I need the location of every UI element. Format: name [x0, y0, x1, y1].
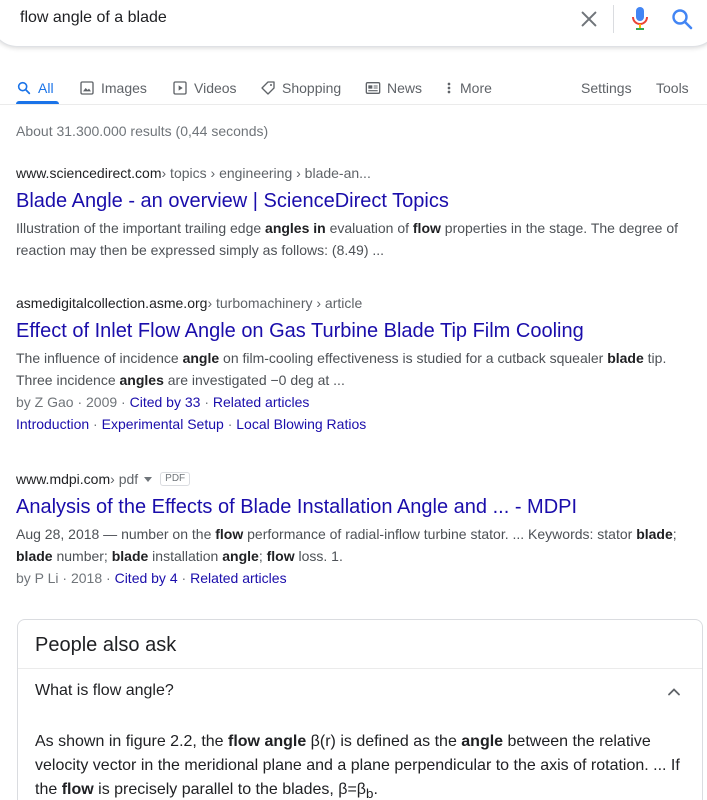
result-url[interactable]: www.mdpi.com › pdf PDF: [16, 469, 696, 489]
search-icon: [17, 81, 31, 95]
paa-question[interactable]: What is flow angle?: [35, 682, 174, 700]
tab-label: Images: [101, 80, 147, 96]
related-articles-link[interactable]: Related articles: [190, 570, 287, 586]
sitelink-introduction[interactable]: Introduction: [16, 416, 89, 432]
pdf-badge: PDF: [160, 472, 191, 486]
search-input[interactable]: flow angle of a blade: [20, 9, 167, 27]
cited-by-link[interactable]: Cited by 4: [115, 570, 178, 586]
result-domain: www.sciencedirect.com: [16, 165, 162, 181]
search-divider: [613, 5, 614, 33]
tab-videos[interactable]: Videos: [172, 76, 237, 100]
tabs-divider: [0, 104, 707, 105]
tab-news[interactable]: News: [365, 76, 422, 100]
tab-label: Videos: [194, 80, 237, 96]
sitelink-local-blowing-ratios[interactable]: Local Blowing Ratios: [236, 416, 366, 432]
tab-label: More: [460, 80, 492, 96]
paa-heading: People also ask: [35, 634, 177, 656]
result-title[interactable]: Analysis of the Effects of Blade Install…: [16, 494, 696, 520]
result-meta: by Z Gao · 2009 · Cited by 33 · Related …: [16, 394, 310, 410]
result-snippet: Illustration of the important trailing e…: [16, 220, 679, 258]
people-also-ask: People also ask What is flow angle? As s…: [17, 619, 703, 800]
tag-icon: [261, 81, 275, 95]
result-domain: asmedigitalcollection.asme.org: [16, 295, 208, 311]
tab-label: News: [387, 80, 423, 96]
result-meta: by P Li · 2018 · Cited by 4 · Related ar…: [16, 570, 287, 586]
sitelinks: Introduction · Experimental Setup · Loca…: [16, 416, 367, 432]
settings-link[interactable]: Settings: [581, 76, 632, 100]
paa-divider: [18, 668, 702, 669]
search-icon[interactable]: [670, 7, 694, 31]
search-result: www.sciencedirect.com › topics › enginee…: [16, 163, 696, 261]
tab-more[interactable]: More: [444, 76, 492, 100]
result-snippet: The influence of incidence angle on film…: [16, 350, 667, 388]
result-snippet: Aug 28, 2018 — number on the flow perfor…: [16, 526, 677, 564]
search-result: asmedigitalcollection.asme.org › turboma…: [16, 293, 696, 435]
more-vert-icon: [447, 82, 451, 94]
related-articles-link[interactable]: Related articles: [213, 394, 310, 410]
result-url[interactable]: asmedigitalcollection.asme.org › turboma…: [16, 293, 696, 313]
sitelink-experimental-setup[interactable]: Experimental Setup: [102, 416, 224, 432]
tab-all[interactable]: All: [16, 76, 54, 100]
result-domain: www.mdpi.com: [16, 471, 111, 487]
result-breadcrumb: › pdf: [110, 471, 139, 487]
settings-label: Settings: [581, 80, 632, 96]
news-icon: [365, 82, 381, 94]
close-icon[interactable]: [578, 8, 600, 30]
image-icon: [80, 81, 94, 95]
result-title[interactable]: Effect of Inlet Flow Angle on Gas Turbin…: [16, 318, 696, 344]
tools-label: Tools: [656, 80, 689, 96]
result-title[interactable]: Blade Angle - an overview | ScienceDirec…: [16, 188, 696, 214]
microphone-icon[interactable]: [630, 6, 650, 32]
cited-by-link[interactable]: Cited by 33: [130, 394, 201, 410]
result-breadcrumb: › turbomachinery › article: [207, 295, 363, 311]
video-icon: [173, 81, 187, 95]
search-result: www.mdpi.com › pdf PDF Analysis of the E…: [16, 469, 696, 589]
result-breadcrumb: › topics › engineering › blade-an...: [161, 165, 371, 181]
result-stats: About 31.300.000 results (0,44 seconds): [16, 123, 269, 139]
chevron-down-icon[interactable]: [144, 476, 153, 482]
tab-label: Shopping: [282, 80, 342, 96]
paa-answer: As shown in figure 2.2, the flow angle β…: [35, 733, 680, 800]
chevron-up-icon[interactable]: [664, 682, 684, 702]
search-bar[interactable]: flow angle of a blade: [0, 0, 707, 47]
tools-link[interactable]: Tools: [656, 76, 689, 100]
search-tabs: All Images Videos Shopping News More Set…: [0, 76, 707, 100]
tab-shopping[interactable]: Shopping: [260, 76, 341, 100]
result-url[interactable]: www.sciencedirect.com › topics › enginee…: [16, 163, 696, 183]
tab-images[interactable]: Images: [79, 76, 147, 100]
tab-label: All: [38, 80, 54, 96]
